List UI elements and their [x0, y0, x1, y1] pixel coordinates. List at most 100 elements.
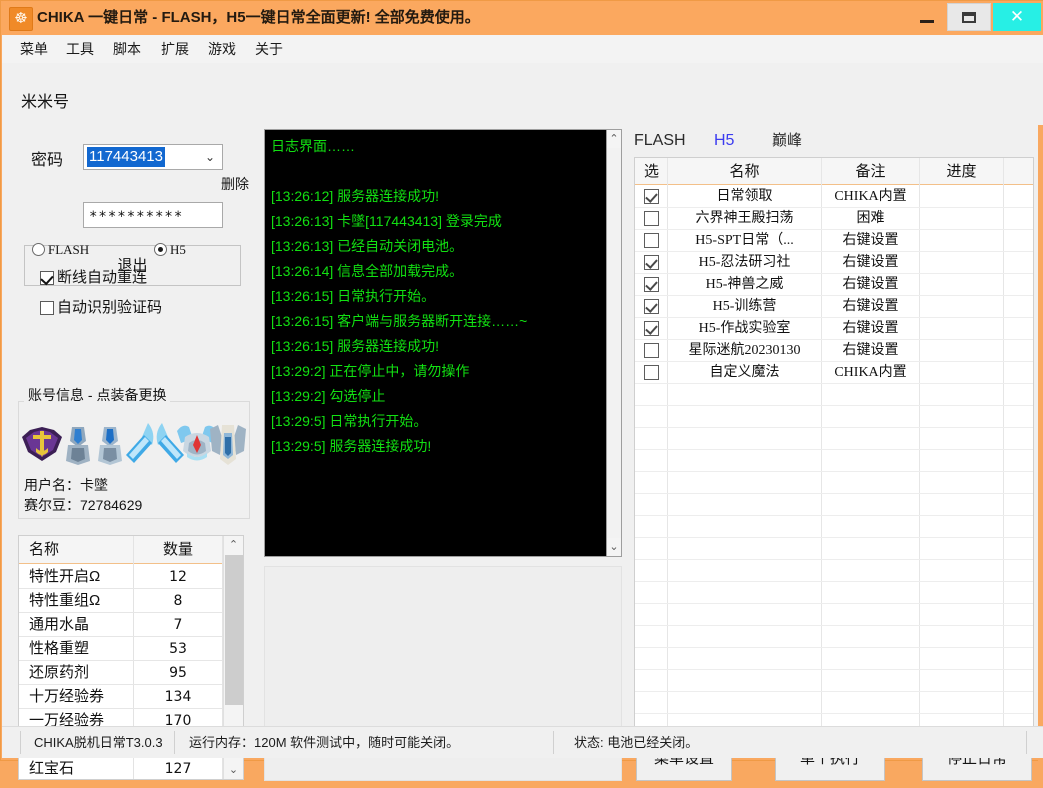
table-row[interactable]: [635, 428, 1033, 450]
table-row[interactable]: 自定义魔法 CHIKA内置: [635, 362, 1033, 384]
item-name: 十万经验券: [29, 688, 105, 705]
table-row[interactable]: 还原药剂 95: [19, 661, 222, 685]
account-info-title: 账号信息 - 点装备更换: [24, 385, 171, 405]
log-panel[interactable]: 日志界面…… [13:26:12] 服务器连接成功! [13:26:13] 卡墜…: [264, 129, 622, 557]
menu-item-about[interactable]: 关于: [255, 39, 283, 59]
client-area: 米米号 117443413 ⌄ 删除 密码 ********** 退出 FLAS…: [2, 63, 1043, 788]
task-checkbox[interactable]: [644, 299, 659, 314]
checkbox-auto-reconnect[interactable]: [40, 271, 54, 285]
table-row[interactable]: [635, 384, 1033, 406]
task-name: 六界神王殿扫荡: [695, 211, 794, 226]
table-row[interactable]: [635, 648, 1033, 670]
close-icon: ✕: [1009, 7, 1025, 27]
tab-peak[interactable]: 巅峰: [772, 129, 802, 153]
delete-link[interactable]: 删除: [221, 175, 249, 193]
item-qty: 95: [169, 665, 187, 681]
table-row[interactable]: [635, 560, 1033, 582]
table-row[interactable]: 特性开启Ω 12: [19, 565, 222, 589]
task-checkbox[interactable]: [644, 321, 659, 336]
status-bar: CHIKA脱机日常T3.0.3 运行内存：120M 软件测试中，随时可能关闭。 …: [2, 726, 1043, 758]
task-checkbox[interactable]: [644, 233, 659, 248]
task-name: H5-SPT日常（...: [695, 233, 794, 248]
scroll-down-icon[interactable]: ⌄: [607, 538, 621, 556]
scroll-up-icon[interactable]: ⌃: [607, 130, 621, 148]
menu-item-tools[interactable]: 工具: [66, 39, 94, 59]
scroll-up-icon[interactable]: ⌃: [224, 536, 243, 554]
menu-item-script[interactable]: 脚本: [113, 39, 141, 59]
table-row[interactable]: 日常领取 CHIKA内置: [635, 186, 1033, 208]
table-row[interactable]: [635, 516, 1033, 538]
item-qty: 12: [169, 569, 187, 585]
task-remark: 右键设置: [842, 321, 899, 336]
table-row[interactable]: [635, 582, 1033, 604]
status-memory: 运行内存：120M 软件测试中，随时可能关闭。: [189, 735, 460, 750]
tab-h5[interactable]: H5: [714, 129, 734, 153]
task-checkbox[interactable]: [644, 277, 659, 292]
table-row[interactable]: [635, 494, 1033, 516]
log-scrollbar[interactable]: ⌃ ⌄: [606, 129, 622, 557]
table-row[interactable]: [635, 670, 1033, 692]
task-checkbox[interactable]: [644, 255, 659, 270]
table-row[interactable]: H5-忍法研习社 右键设置: [635, 252, 1033, 274]
task-checkbox[interactable]: [644, 211, 659, 226]
task-checkbox[interactable]: [644, 343, 659, 358]
item-name: 通用水晶: [29, 616, 90, 633]
menu-item-game[interactable]: 游戏: [208, 39, 236, 59]
password-field[interactable]: **********: [83, 202, 223, 228]
item-qty: 53: [169, 641, 187, 657]
table-row[interactable]: 星际迷航20230130 右键设置: [635, 340, 1033, 362]
mecha-icon[interactable]: [206, 421, 250, 467]
status-version: CHIKA脱机日常T3.0.3: [34, 735, 163, 750]
coins-line: 赛尔豆：72784629: [24, 497, 143, 513]
table-row[interactable]: [635, 626, 1033, 648]
table-row[interactable]: 十万经验券 134: [19, 685, 222, 709]
account-combo[interactable]: 117443413 ⌄: [83, 144, 223, 170]
task-col-select: 选: [643, 163, 659, 180]
item-table-header: 名称 数量: [19, 536, 243, 564]
radio-flash[interactable]: [32, 243, 45, 256]
log-line: [13:29:5] 日常执行开始。: [271, 413, 428, 429]
minimize-button[interactable]: [909, 3, 945, 31]
log-line: [13:29:2] 正在停止中，请勿操作: [271, 363, 470, 379]
tab-flash[interactable]: FLASH: [634, 129, 686, 153]
checkbox-auto-captcha[interactable]: [40, 301, 54, 315]
task-name: H5-神兽之威: [705, 277, 784, 292]
table-row[interactable]: [635, 406, 1033, 428]
maximize-button[interactable]: [947, 3, 991, 31]
close-button[interactable]: ✕: [993, 3, 1041, 31]
table-row[interactable]: 红宝石 127: [19, 757, 222, 779]
radio-h5-label: H5: [170, 242, 186, 257]
table-row[interactable]: [635, 450, 1033, 472]
table-row[interactable]: H5-训练营 右键设置: [635, 296, 1033, 318]
equipment-strip[interactable]: [20, 419, 248, 469]
log-line: [13:26:15] 客户端与服务器断开连接……~: [271, 313, 528, 329]
chevron-down-icon: ⌄: [204, 150, 216, 164]
task-remark: 右键设置: [842, 299, 899, 314]
account-label: 米米号: [21, 94, 70, 111]
table-row[interactable]: [635, 472, 1033, 494]
table-row[interactable]: [635, 692, 1033, 714]
item-name: 还原药剂: [29, 664, 90, 681]
minimize-icon: [920, 20, 934, 23]
table-row[interactable]: 性格重塑 53: [19, 637, 222, 661]
table-row[interactable]: 通用水晶 7: [19, 613, 222, 637]
item-col-name: 名称: [29, 541, 60, 558]
table-row[interactable]: 六界神王殿扫荡 困难: [635, 208, 1033, 230]
task-table[interactable]: 选 名称 备注 进度 日常领取 CHIKA内置 六界神王殿扫荡 困难 H5-SPT日…: [634, 157, 1034, 732]
menu-item-extension[interactable]: 扩展: [161, 39, 189, 59]
table-row[interactable]: H5-神兽之威 右键设置: [635, 274, 1033, 296]
menu-item-menu[interactable]: 菜单: [20, 39, 48, 59]
table-row[interactable]: [635, 604, 1033, 626]
table-row[interactable]: H5-SPT日常（... 右键设置: [635, 230, 1033, 252]
task-checkbox[interactable]: [644, 189, 659, 204]
radio-h5[interactable]: [154, 243, 167, 256]
item-qty: 8: [173, 593, 183, 609]
task-remark: 右键设置: [842, 277, 899, 292]
item-col-qty: 数量: [162, 541, 193, 558]
scrollbar-thumb[interactable]: [225, 555, 243, 705]
table-row[interactable]: H5-作战实验室 右键设置: [635, 318, 1033, 340]
table-row[interactable]: [635, 538, 1033, 560]
task-checkbox[interactable]: [644, 365, 659, 380]
scroll-down-icon[interactable]: ⌄: [224, 761, 243, 779]
table-row[interactable]: 特性重组Ω 8: [19, 589, 222, 613]
